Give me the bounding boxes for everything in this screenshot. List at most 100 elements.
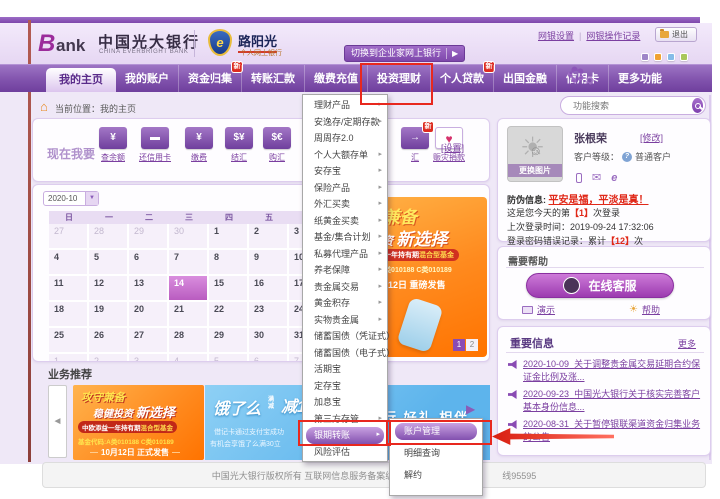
calendar-day[interactable]: 27 xyxy=(129,328,169,354)
ebank-records-link[interactable]: 网银操作记录 xyxy=(586,29,640,42)
calendar-day[interactable]: 6 xyxy=(249,354,289,361)
logout-button[interactable]: 退出 xyxy=(655,27,697,42)
menu-item[interactable]: 定存宝 xyxy=(303,378,387,395)
calendar-day[interactable]: 20 xyxy=(129,302,169,328)
calendar-day[interactable]: 14 xyxy=(169,276,209,302)
quick-action-item[interactable]: $€ 购汇 xyxy=(255,127,299,163)
demo-link[interactable]: 演示 xyxy=(522,303,555,316)
nav-tab[interactable]: 我的账户 xyxy=(116,65,178,92)
menu-item[interactable]: 周周存2.0 xyxy=(303,130,387,147)
help-link[interactable]: ☀ 帮助 xyxy=(629,303,660,316)
menu-item[interactable]: 保险产品 ▸ xyxy=(303,180,387,197)
carousel-prev-button[interactable]: ◄ xyxy=(48,385,67,458)
question-icon[interactable]: ? xyxy=(622,152,632,162)
calendar-day[interactable]: 22 xyxy=(209,302,249,328)
news-link[interactable]: 2020-10-09 关于调整贵金属交易延期合约保证金比例及涨... xyxy=(523,358,702,384)
theme-square[interactable] xyxy=(680,53,688,61)
theme-square[interactable] xyxy=(641,53,649,61)
menu-item[interactable]: 外汇买卖 ▸ xyxy=(303,196,387,213)
menu-item[interactable]: 个人大额存单 ▸ xyxy=(303,147,387,164)
calendar-day[interactable]: 21 xyxy=(169,302,209,328)
quick-action-item[interactable]: ¥ 缴费 xyxy=(177,127,221,163)
more-link[interactable]: 更多 xyxy=(678,337,696,350)
calendar-day[interactable]: 5 xyxy=(89,250,129,276)
calendar-day[interactable]: 5 xyxy=(209,354,249,361)
calendar-day[interactable]: 28 xyxy=(89,224,129,250)
search-button[interactable] xyxy=(692,98,703,113)
menu-item[interactable]: 储蓄国债（凭证式） ▸ xyxy=(303,328,387,345)
calendar-day[interactable]: 28 xyxy=(169,328,209,354)
quick-action-item[interactable]: ¥ 查余额 xyxy=(91,127,135,163)
calendar-day[interactable]: 9 xyxy=(249,250,289,276)
menu-item[interactable]: 贵金属交易 ▸ xyxy=(303,279,387,296)
online-service-button[interactable]: 在线客服 xyxy=(526,273,674,298)
modify-link[interactable]: [修改] xyxy=(640,131,663,144)
nav-tab[interactable]: 我的主页 xyxy=(46,68,116,92)
ebank-icon[interactable]: e xyxy=(611,172,617,184)
mail-icon[interactable]: ✉ xyxy=(592,171,601,184)
calendar-day[interactable]: 16 xyxy=(249,276,289,302)
calendar-day[interactable]: 18 xyxy=(49,302,89,328)
nav-tab[interactable]: 出国金融 xyxy=(493,65,556,92)
quick-action-item[interactable]: ▬ 还信用卡 xyxy=(133,127,177,163)
menu-item[interactable]: 私募代理产品 ▸ xyxy=(303,246,387,263)
calendar-day[interactable]: 2 xyxy=(89,354,129,361)
calendar-day[interactable]: 1 xyxy=(209,224,249,250)
switch-to-business-bank-button[interactable]: 切换到企业家网上银行 ▶ xyxy=(344,45,465,62)
nav-tab[interactable]: 投资理财 xyxy=(367,65,430,92)
menu-item[interactable]: 理财产品 ▸ xyxy=(303,97,387,114)
menu-item[interactable]: 第三方存管 ▸ xyxy=(303,411,387,428)
calendar-day[interactable]: 26 xyxy=(89,328,129,354)
calendar-day[interactable]: 4 xyxy=(169,354,209,361)
calendar-day[interactable]: 30 xyxy=(249,328,289,354)
calendar-day[interactable]: 23 xyxy=(249,302,289,328)
menu-item[interactable]: 黄金积存 ▸ xyxy=(303,295,387,312)
calendar-day[interactable]: 11 xyxy=(49,276,89,302)
menu-item[interactable]: 纸黄金买卖 ▸ xyxy=(303,213,387,230)
calendar-day[interactable]: 8 xyxy=(209,250,249,276)
menu-item[interactable]: 加息宝 xyxy=(303,394,387,411)
calendar-day[interactable]: 27 xyxy=(49,224,89,250)
news-link[interactable]: 2020-09-23 中国光大银行关于核实完善客户基本身份信息... xyxy=(523,388,702,414)
calendar-day[interactable]: 3 xyxy=(129,354,169,361)
phone-icon[interactable] xyxy=(576,173,582,183)
menu-item[interactable]: 风险评估 xyxy=(303,444,387,461)
search-input[interactable] xyxy=(571,100,692,112)
menu-item[interactable]: 基金/集合计划 ▸ xyxy=(303,229,387,246)
pager-page-2[interactable]: 2 xyxy=(466,339,478,351)
theme-color-squares[interactable] xyxy=(641,53,688,61)
change-photo-button[interactable]: 更换图片 xyxy=(508,164,562,177)
quick-settings-link[interactable]: [设置] xyxy=(441,141,464,154)
calendar-day[interactable]: 15 xyxy=(209,276,249,302)
menu-item[interactable]: 实物贵金属 ▸ xyxy=(303,312,387,329)
calendar-day[interactable]: 25 xyxy=(49,328,89,354)
news-link[interactable]: 2020-08-31 关于暂停银联渠道资金归集业务的公告 xyxy=(523,418,702,444)
nav-tab[interactable]: 缴费充值 xyxy=(304,65,367,92)
theme-square[interactable] xyxy=(654,53,662,61)
menu-item[interactable]: 安逸存/定期存款 ▸ xyxy=(303,114,387,131)
calendar-day[interactable]: 19 xyxy=(89,302,129,328)
pager-page-1[interactable]: 1 xyxy=(453,339,465,351)
submenu-item[interactable]: 解约 xyxy=(390,467,482,484)
calendar-day[interactable]: 1 xyxy=(49,354,89,361)
calendar-day[interactable]: 30 xyxy=(169,224,209,250)
nav-tab[interactable]: 资金归集 新 xyxy=(178,65,241,92)
calendar-day[interactable]: 7 xyxy=(169,250,209,276)
menu-item[interactable]: 活期宝 xyxy=(303,361,387,378)
menu-item[interactable]: 储蓄国债（电子式） ▸ xyxy=(303,345,387,362)
calendar-day[interactable]: 2 xyxy=(249,224,289,250)
menu-item[interactable]: 银期转账 ▸ xyxy=(306,427,384,444)
carousel-next-button[interactable]: ▶ xyxy=(466,402,475,416)
calendar-day[interactable]: 4 xyxy=(49,250,89,276)
ebank-settings-link[interactable]: 网银设置 xyxy=(538,29,574,42)
calendar-day[interactable]: 6 xyxy=(129,250,169,276)
month-selector[interactable]: 2020-10 ▼ xyxy=(43,191,99,206)
submenu-item[interactable]: 账户管理 xyxy=(395,423,477,440)
nav-tab[interactable]: 更多功能 xyxy=(608,65,671,92)
menu-item[interactable]: 养老保障 ▸ xyxy=(303,262,387,279)
calendar-day[interactable]: 13 xyxy=(129,276,169,302)
nav-tab[interactable]: 个人贷款 新 xyxy=(430,65,493,92)
submenu-item[interactable]: 明细查询 xyxy=(390,445,482,462)
calendar-day[interactable]: 29 xyxy=(129,224,169,250)
calendar-day[interactable]: 12 xyxy=(89,276,129,302)
